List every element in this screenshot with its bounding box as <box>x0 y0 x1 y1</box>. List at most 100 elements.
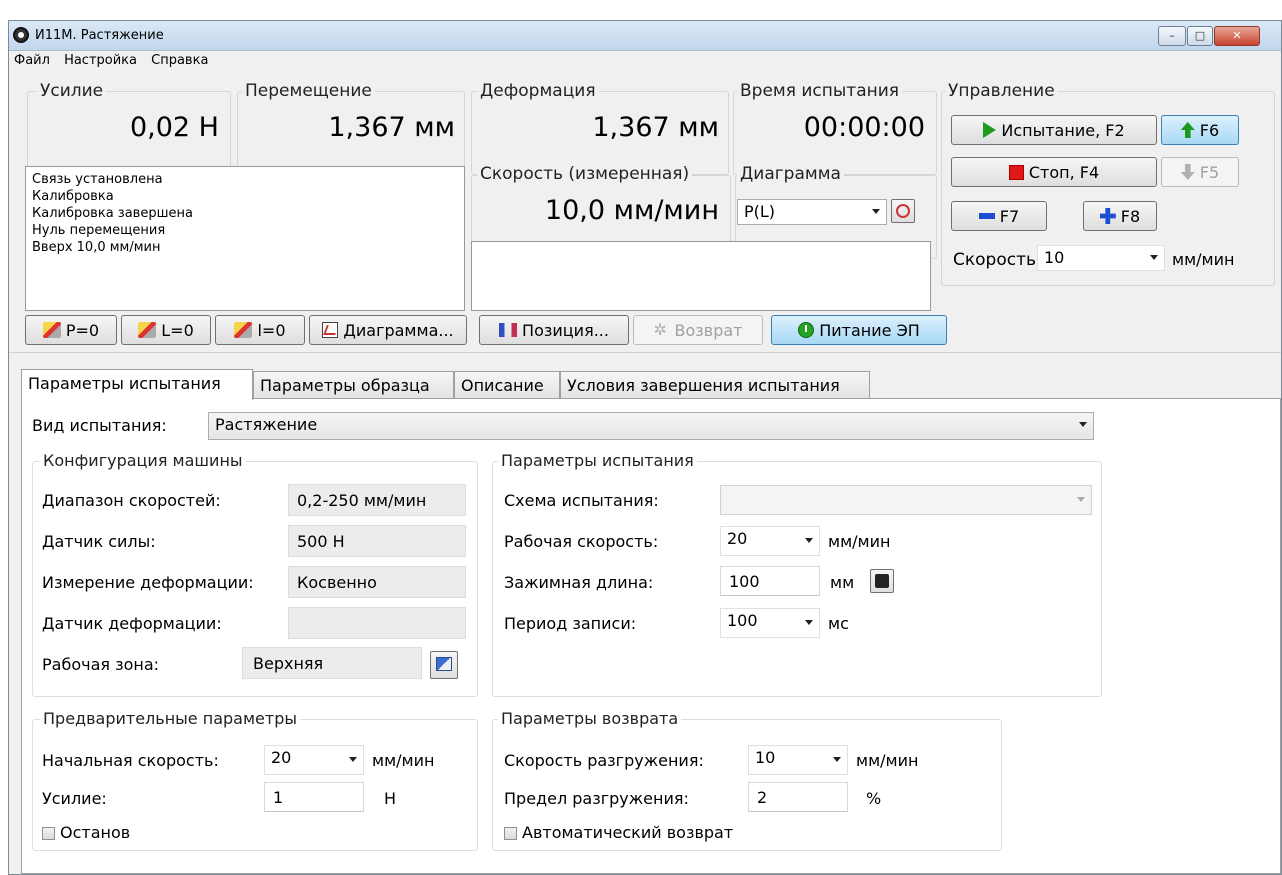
position-button[interactable]: Позиция... <box>479 315 629 345</box>
start-test-button[interactable]: Испытание, F2 <box>951 115 1157 145</box>
menu-bar: Файл Настройка Справка <box>9 52 1281 71</box>
f6-up-button[interactable]: F6 <box>1161 115 1239 145</box>
control-label: Управление <box>945 81 1058 101</box>
prelim-force-label: Усилие: <box>42 789 107 808</box>
chevron-down-icon <box>1077 497 1085 502</box>
menu-help[interactable]: Справка <box>146 52 213 69</box>
power-button-label: Питание ЭП <box>819 320 920 340</box>
clamp-length-input[interactable]: 100 <box>720 566 820 596</box>
power-icon <box>798 322 815 338</box>
chevron-down-icon <box>1150 255 1158 260</box>
auto-return-label: Автоматический возврат <box>522 823 734 842</box>
start-test-label: Испытание, F2 <box>1001 120 1125 140</box>
test-type-value: Растяжение <box>215 415 318 434</box>
clamp-length-label: Зажимная длина: <box>504 573 654 592</box>
prelim-force-input[interactable]: 1 <box>264 782 364 812</box>
diagram-label: Диаграмма <box>737 164 844 184</box>
force-label: Усилие <box>37 81 107 101</box>
diagram-button-label: Диаграмма... <box>343 320 454 340</box>
crosshair-icon <box>896 204 910 218</box>
unload-limit-input[interactable]: 2 <box>748 782 848 812</box>
clamp-icon <box>875 574 889 588</box>
power-button[interactable]: Питание ЭП <box>771 315 947 345</box>
f7-minus-button[interactable]: F7 <box>951 201 1047 231</box>
log-line: Вверх 10,0 мм/мин <box>32 240 161 255</box>
plus-icon <box>1099 208 1116 224</box>
diagram-select[interactable]: P(L) <box>737 199 887 225</box>
minus-icon <box>978 213 995 219</box>
speed-range-label: Диапазон скоростей: <box>42 491 221 510</box>
return-icon: ✲ <box>653 320 667 339</box>
deform-sensor-label: Датчик деформации: <box>42 614 222 633</box>
position-icon <box>499 323 518 337</box>
work-zone-edit-button[interactable] <box>430 651 458 679</box>
work-speed-unit: мм/мин <box>828 532 891 551</box>
initial-speed-select[interactable]: 20 <box>264 745 364 775</box>
app-icon <box>13 27 29 43</box>
l-zero-button[interactable]: L=0 <box>121 315 211 345</box>
auto-return-checkbox[interactable] <box>504 827 517 840</box>
diagram-button[interactable]: Диаграмма... <box>309 315 467 345</box>
chevron-down-icon <box>805 538 813 543</box>
arrow-up-icon <box>1180 122 1195 138</box>
return-button-label: Возврат <box>674 320 743 340</box>
maximize-button[interactable]: □ <box>1187 26 1213 46</box>
edit-icon <box>436 657 452 671</box>
test-type-select[interactable]: Растяжение <box>208 412 1094 440</box>
tab-description[interactable]: Описание <box>454 371 560 399</box>
test-type-label: Вид испытания: <box>32 416 167 435</box>
tab-end-conditions[interactable]: Условия завершения испытания <box>560 371 870 399</box>
scheme-select[interactable] <box>720 485 1092 515</box>
return-button[interactable]: ✲ Возврат <box>633 315 763 345</box>
i-zero-button[interactable]: l=0 <box>215 315 305 345</box>
displacement-sensor-icon <box>138 322 157 338</box>
work-speed-label: Рабочая скорость: <box>504 532 659 551</box>
work-speed-select[interactable]: 20 <box>720 526 820 556</box>
deformation-value: 1,367 мм <box>592 112 719 143</box>
menu-file[interactable]: Файл <box>9 52 55 69</box>
tab-sample-params[interactable]: Параметры образца <box>253 371 454 399</box>
diagram-select-value: P(L) <box>744 202 776 221</box>
work-zone-field: Верхняя <box>242 647 422 679</box>
unload-speed-select[interactable]: 10 <box>748 745 848 775</box>
stop-checkbox[interactable] <box>42 827 55 840</box>
i-zero-label: l=0 <box>257 320 286 340</box>
diagram-center-button[interactable] <box>891 199 915 223</box>
record-period-select[interactable]: 100 <box>720 608 820 638</box>
control-speed-value: 10 <box>1044 248 1065 267</box>
deform-sensor-field <box>288 607 466 639</box>
f8-plus-button[interactable]: F8 <box>1083 201 1157 231</box>
deform-measure-label: Измерение деформации: <box>42 573 254 592</box>
log-line: Связь установлена <box>32 172 163 187</box>
unload-limit-unit: % <box>866 789 882 808</box>
work-zone-label: Рабочая зона: <box>42 655 160 674</box>
close-button[interactable]: ✕ <box>1214 26 1260 46</box>
stop-button[interactable]: Стоп, F4 <box>951 157 1157 187</box>
initial-speed-unit: мм/мин <box>372 751 435 770</box>
minimize-button[interactable]: – <box>1158 26 1186 46</box>
record-period-label: Период записи: <box>504 614 637 633</box>
f5-down-button[interactable]: F5 <box>1161 157 1239 187</box>
unload-speed-value: 10 <box>755 748 776 767</box>
position-button-label: Позиция... <box>522 320 609 340</box>
stop-label: Стоп, F4 <box>1028 162 1100 182</box>
p-zero-button[interactable]: P=0 <box>25 315 117 345</box>
speed-measured-label: Скорость (измеренная) <box>477 164 693 184</box>
chevron-down-icon <box>872 209 880 214</box>
stop-icon <box>1008 164 1024 180</box>
l-zero-label: L=0 <box>161 320 194 340</box>
initial-speed-value: 20 <box>271 748 292 767</box>
deformation-sensor-icon <box>234 322 253 338</box>
menu-settings[interactable]: Настройка <box>59 52 142 69</box>
test-time-label: Время испытания <box>737 81 903 101</box>
unload-limit-label: Предел разгружения: <box>504 789 689 808</box>
clamp-length-button[interactable] <box>870 569 894 593</box>
divider <box>9 352 1281 353</box>
preliminary-label: Предварительные параметры <box>40 709 300 728</box>
tab-test-params[interactable]: Параметры испытания <box>21 369 253 400</box>
work-speed-value: 20 <box>727 529 748 548</box>
stop-checkbox-label: Останов <box>60 823 131 842</box>
control-speed-select[interactable]: 10 <box>1037 245 1165 271</box>
control-speed-unit: мм/мин <box>1172 250 1235 269</box>
prelim-force-unit: Н <box>384 789 397 808</box>
